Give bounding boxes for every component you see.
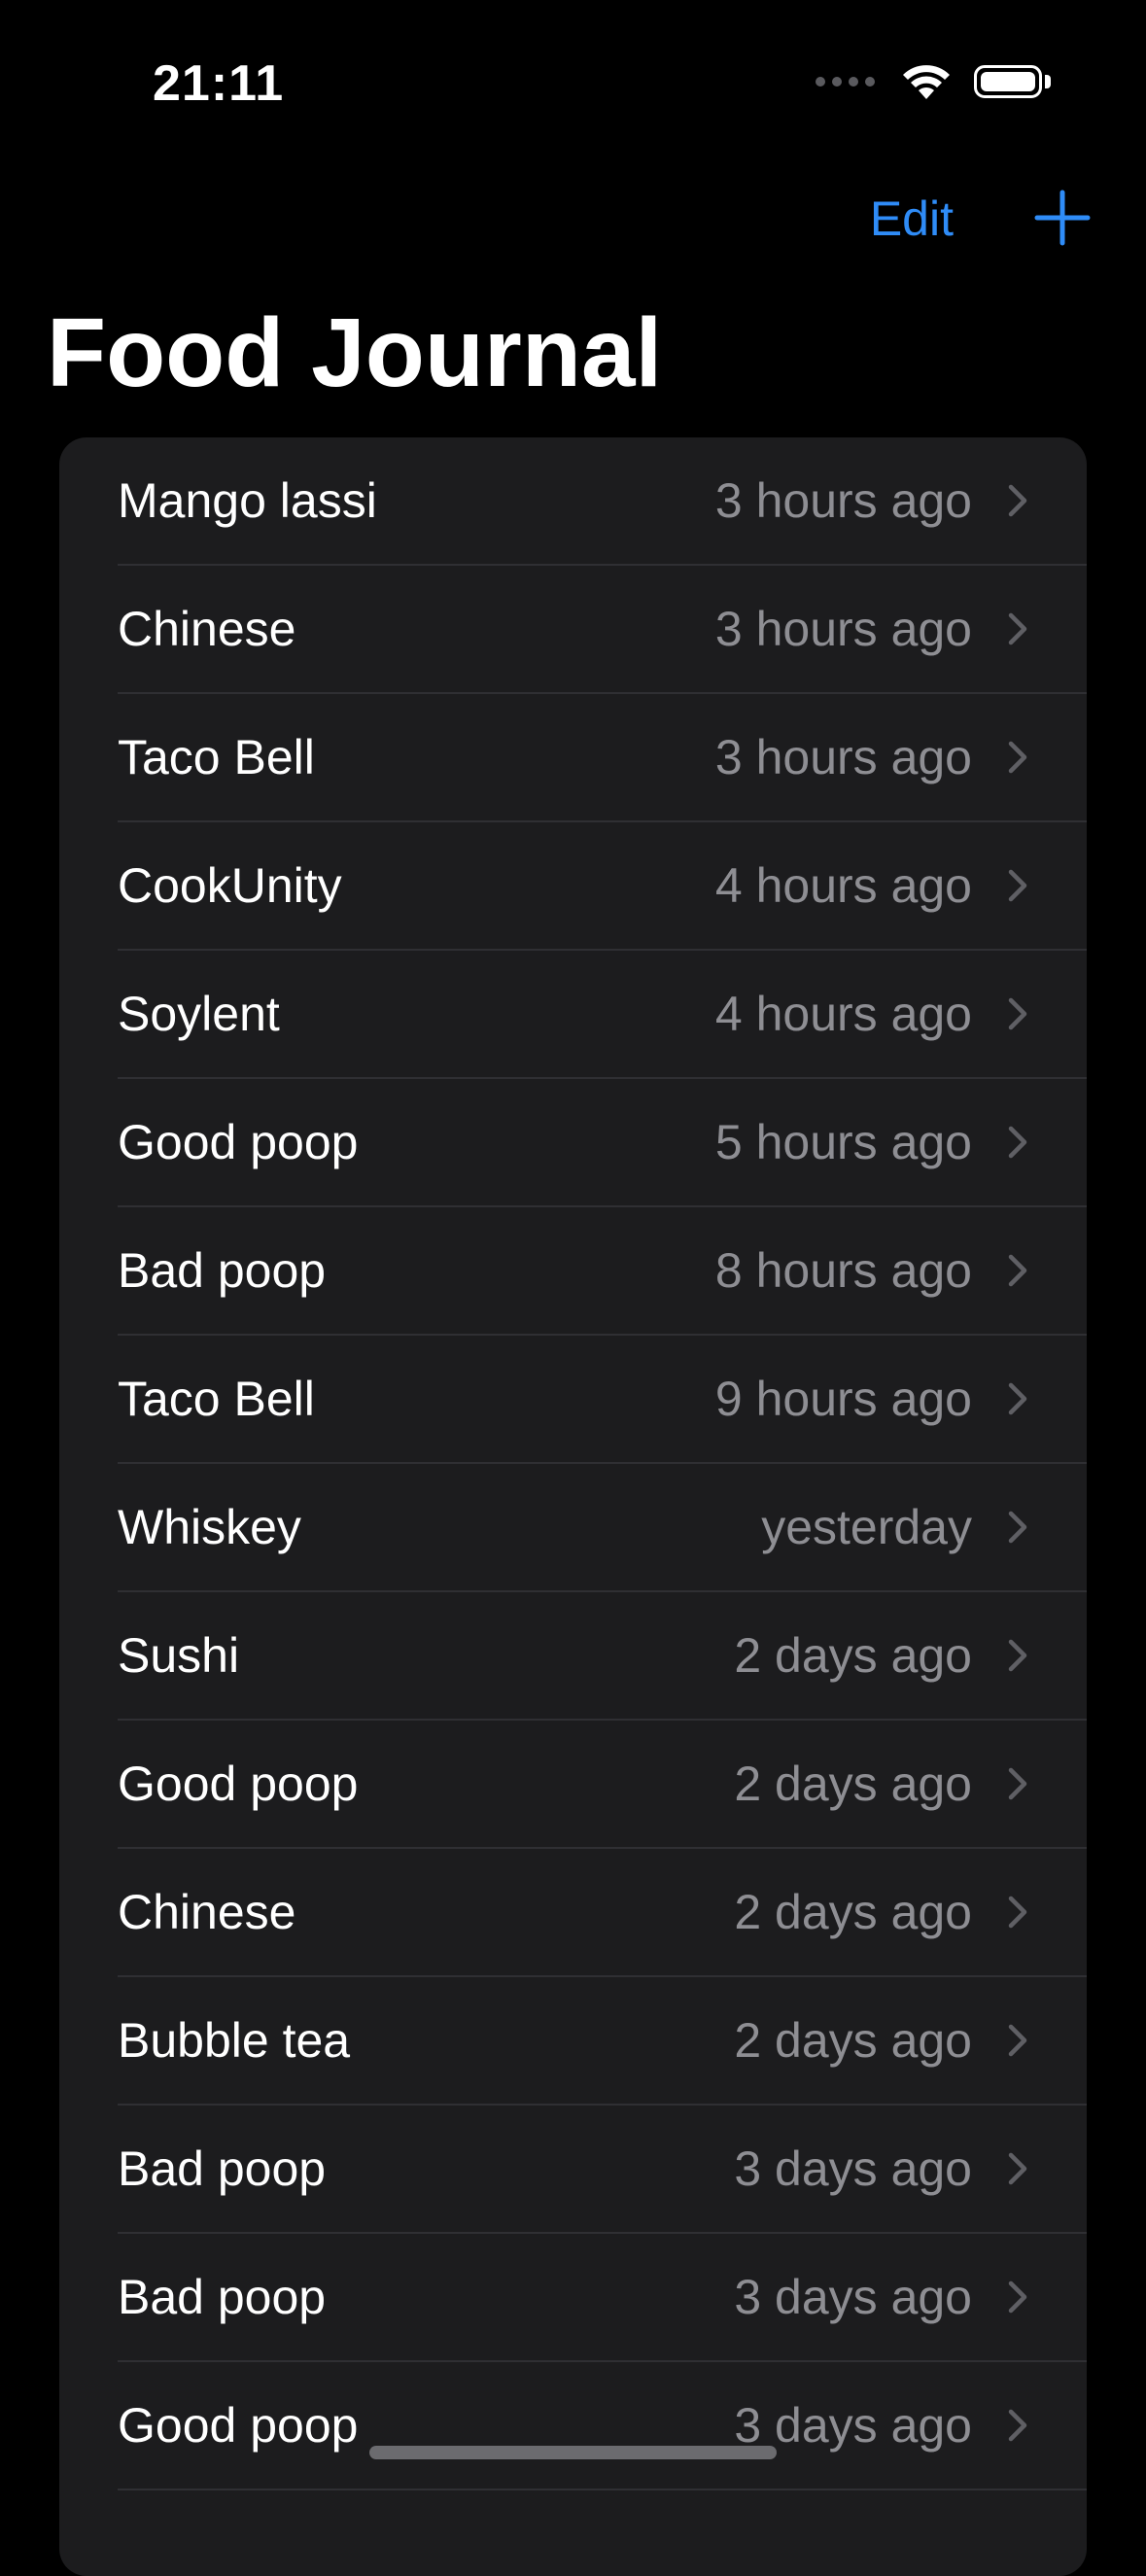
chevron-right-icon xyxy=(1008,1382,1027,1415)
chevron-right-icon xyxy=(1008,2152,1027,2185)
entry-time: 8 hours ago xyxy=(714,1243,972,1298)
entry-time: 3 hours ago xyxy=(714,730,972,784)
list-item[interactable]: Sushi 2 days ago xyxy=(118,1592,1087,1721)
entry-name: Sushi xyxy=(118,1628,240,1683)
entry-name: Soylent xyxy=(118,987,280,1041)
entries-list: Mango lassi 3 hours ago Chinese 3 hours ago… xyxy=(59,437,1087,2576)
entry-name: Bad poop xyxy=(118,1243,327,1298)
entry-name: Taco Bell xyxy=(118,730,315,784)
chevron-right-icon xyxy=(1008,1254,1027,1287)
add-button[interactable] xyxy=(1033,185,1092,253)
list-item[interactable]: Bad poop 3 days ago xyxy=(118,2106,1087,2234)
entry-time: 3 days ago xyxy=(734,2141,972,2196)
list-item[interactable]: Whiskey yesterday xyxy=(118,1464,1087,1592)
entry-name: Whiskey xyxy=(118,1500,301,1554)
entry-time: 3 hours ago xyxy=(714,473,972,528)
chevron-right-icon xyxy=(1008,2280,1027,2314)
wifi-icon xyxy=(903,65,950,99)
list-item[interactable]: Taco Bell 3 hours ago xyxy=(118,694,1087,822)
list-item[interactable]: Good poop 3 days ago xyxy=(118,2362,1087,2490)
chevron-right-icon xyxy=(1008,612,1027,645)
status-time: 21:11 xyxy=(153,55,285,112)
chevron-right-icon xyxy=(1008,741,1027,774)
battery-icon xyxy=(974,65,1042,98)
entry-time: 9 hours ago xyxy=(714,1372,972,1426)
entry-name: Bad poop xyxy=(118,2141,327,2196)
entry-time: yesterday xyxy=(761,1500,972,1554)
page-title: Food Journal xyxy=(47,298,663,407)
chevron-right-icon xyxy=(1008,1639,1027,1672)
entry-name: Good poop xyxy=(118,1115,359,1169)
status-indicators xyxy=(816,62,1051,101)
entry-time: 2 days ago xyxy=(734,1628,972,1683)
entry-name: Good poop xyxy=(118,1757,359,1811)
list-item[interactable]: Soylent 4 hours ago xyxy=(118,951,1087,1079)
chevron-right-icon xyxy=(1008,2409,1027,2442)
entry-time: 4 hours ago xyxy=(714,987,972,1041)
list-item[interactable]: CookUnity 4 hours ago xyxy=(118,822,1087,951)
list-item[interactable]: Mango lassi 3 hours ago xyxy=(118,437,1087,566)
entry-name: Chinese xyxy=(118,602,296,656)
entry-time: 2 days ago xyxy=(734,2013,972,2068)
chevron-right-icon xyxy=(1008,1511,1027,1544)
entry-time: 2 days ago xyxy=(734,1885,972,1939)
entry-time: 2 days ago xyxy=(734,1757,972,1811)
status-bar: 21:11 xyxy=(0,0,1146,146)
list-item[interactable]: Good poop 2 days ago xyxy=(118,1721,1087,1849)
chevron-right-icon xyxy=(1008,997,1027,1030)
chevron-right-icon xyxy=(1008,869,1027,902)
entry-time: 4 hours ago xyxy=(714,858,972,913)
chevron-right-icon xyxy=(1008,484,1027,517)
list-item[interactable]: Chinese 3 hours ago xyxy=(118,566,1087,694)
entry-name: Bubble tea xyxy=(118,2013,351,2068)
edit-button[interactable]: Edit xyxy=(870,191,954,247)
entry-name: Chinese xyxy=(118,1885,296,1939)
list-item[interactable]: Bubble tea 2 days ago xyxy=(118,1977,1087,2106)
entry-name: CookUnity xyxy=(118,858,342,913)
entry-time: 5 hours ago xyxy=(714,1115,972,1169)
home-indicator[interactable] xyxy=(369,2446,777,2459)
entry-name: Bad poop xyxy=(118,2270,327,2324)
list-item[interactable]: Taco Bell 9 hours ago xyxy=(118,1336,1087,1464)
list-item[interactable]: Good poop 5 hours ago xyxy=(118,1079,1087,1207)
list-item[interactable]: Chinese 2 days ago xyxy=(118,1849,1087,1977)
list-item[interactable]: Bad poop 3 days ago xyxy=(118,2234,1087,2362)
entry-time: 3 days ago xyxy=(734,2270,972,2324)
chevron-right-icon xyxy=(1008,2024,1027,2057)
entry-name: Taco Bell xyxy=(118,1372,315,1426)
signal-dots-icon xyxy=(816,77,875,87)
chevron-right-icon xyxy=(1008,1126,1027,1159)
chevron-right-icon xyxy=(1008,1767,1027,1800)
chevron-right-icon xyxy=(1008,1896,1027,1929)
entry-name: Mango lassi xyxy=(118,473,377,528)
plus-icon xyxy=(1034,190,1091,246)
entry-time: 3 hours ago xyxy=(714,602,972,656)
list-item[interactable]: Bad poop 8 hours ago xyxy=(118,1207,1087,1336)
navigation-bar: Edit xyxy=(0,185,1146,262)
